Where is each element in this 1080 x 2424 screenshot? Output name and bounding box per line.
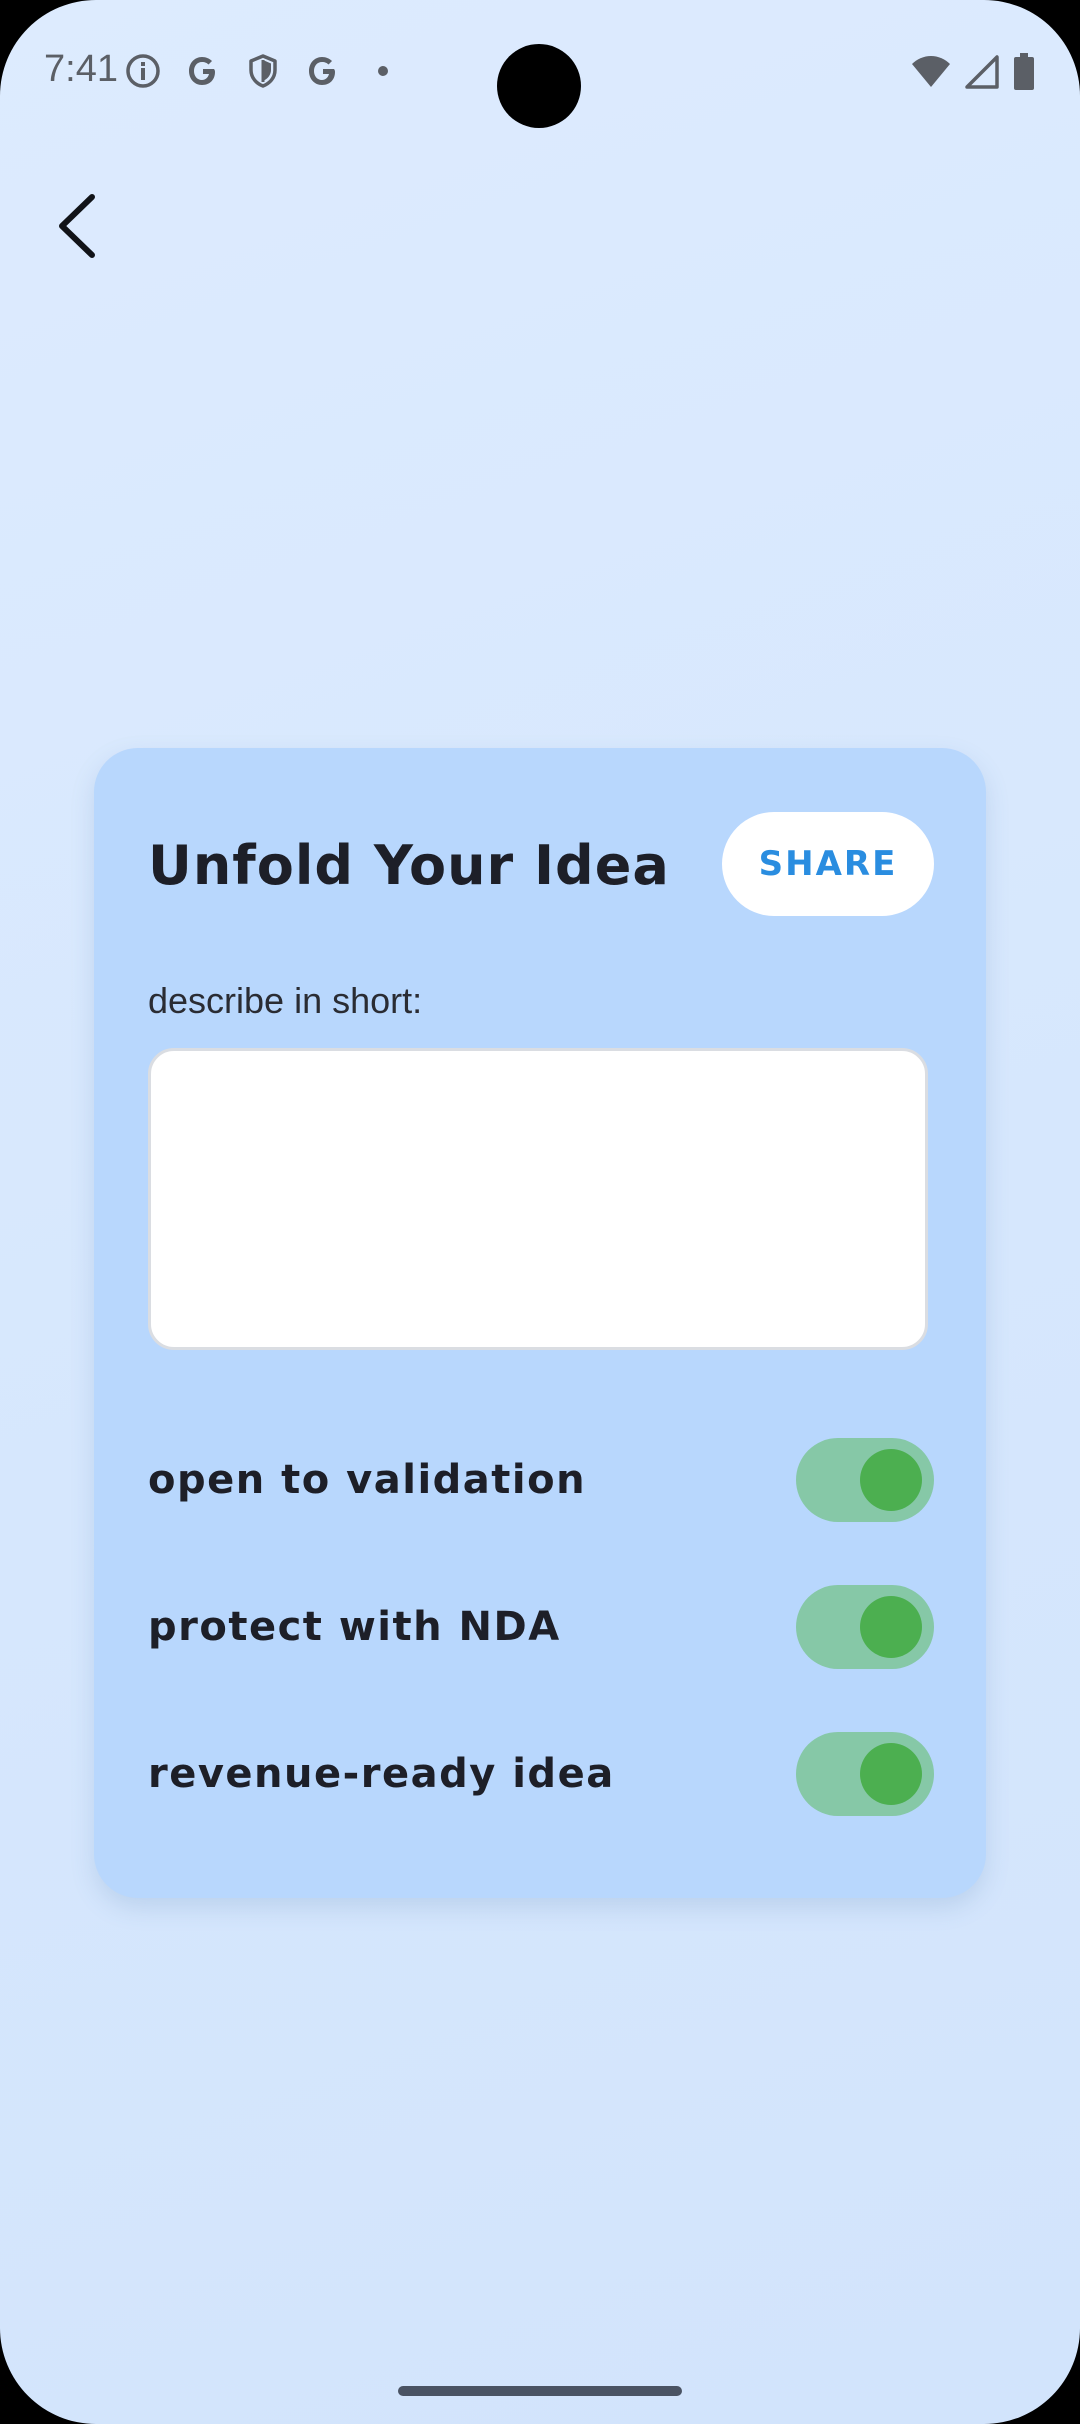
idea-card: Unfold Your Idea SHARE describe in short… (94, 748, 986, 1898)
revenue-toggle[interactable] (796, 1732, 934, 1816)
dot-icon (364, 52, 402, 90)
toggle-knob (860, 1596, 922, 1658)
toggle-knob (860, 1449, 922, 1511)
toggle-label: open to validation (148, 1457, 587, 1503)
toggle-row-revenue: revenue-ready idea (148, 1732, 934, 1816)
status-bar: 7:41 (0, 0, 1080, 140)
shield-icon (244, 52, 282, 90)
toggle-label: protect with NDA (148, 1604, 561, 1650)
status-time: 7:41 (44, 48, 118, 90)
wifi-icon (910, 54, 952, 95)
app-screen: 7:41 Unfold Your Idea SHARE describe in … (0, 0, 1080, 2424)
toggle-knob (860, 1743, 922, 1805)
battery-icon (1012, 52, 1036, 97)
chevron-left-icon (59, 194, 95, 258)
google-icon (304, 52, 342, 90)
camera-cutout (497, 44, 581, 128)
description-label: describe in short: (148, 980, 423, 1021)
toggle-label: revenue-ready idea (148, 1751, 615, 1797)
status-icons-left (124, 52, 402, 90)
signal-icon (964, 54, 1000, 95)
toggle-row-validation: open to validation (148, 1438, 934, 1522)
toggle-row-nda: protect with NDA (148, 1585, 934, 1669)
home-indicator[interactable] (398, 2386, 682, 2396)
card-title: Unfold Your Idea (148, 834, 670, 897)
validation-toggle[interactable] (796, 1438, 934, 1522)
description-input[interactable] (148, 1048, 928, 1350)
share-button[interactable]: SHARE (722, 812, 934, 916)
google-icon (184, 52, 222, 90)
info-icon (124, 52, 162, 90)
status-icons-right (910, 52, 1036, 97)
back-button[interactable] (44, 188, 108, 264)
nda-toggle[interactable] (796, 1585, 934, 1669)
